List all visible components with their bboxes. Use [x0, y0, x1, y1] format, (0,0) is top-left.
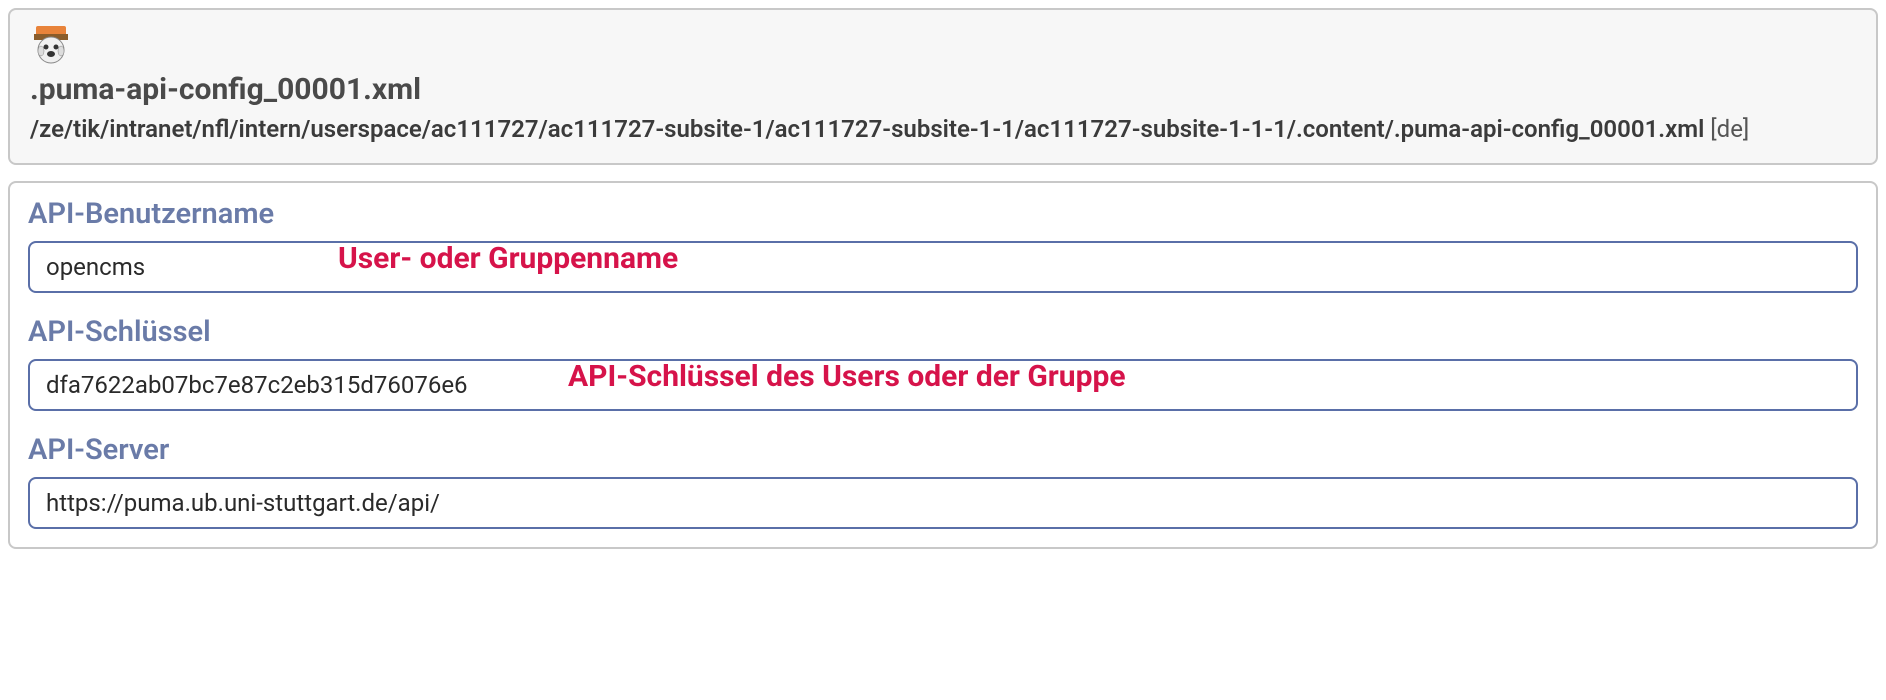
- file-type-icon: [30, 24, 72, 66]
- input-api-username[interactable]: [28, 241, 1858, 293]
- label-api-username: API-Benutzername: [28, 197, 1858, 231]
- field-group-username: API-Benutzername User- oder Gruppenname: [28, 197, 1858, 293]
- input-api-key[interactable]: [28, 359, 1858, 411]
- config-form-panel: API-Benutzername User- oder Gruppenname …: [8, 181, 1878, 549]
- file-title: .puma-api-config_00001.xml: [30, 72, 1856, 107]
- label-api-server: API-Server: [28, 433, 1858, 467]
- file-locale: [de]: [1710, 115, 1749, 143]
- file-header-panel: .puma-api-config_00001.xml /ze/tik/intra…: [8, 8, 1878, 165]
- label-api-key: API-Schlüssel: [28, 315, 1858, 349]
- field-group-apikey: API-Schlüssel API-Schlüssel des Users od…: [28, 315, 1858, 411]
- file-path-text: /ze/tik/intranet/nfl/intern/userspace/ac…: [30, 115, 1704, 143]
- input-api-server[interactable]: [28, 477, 1858, 529]
- field-group-apiserver: API-Server: [28, 433, 1858, 529]
- file-path: /ze/tik/intranet/nfl/intern/userspace/ac…: [30, 113, 1856, 147]
